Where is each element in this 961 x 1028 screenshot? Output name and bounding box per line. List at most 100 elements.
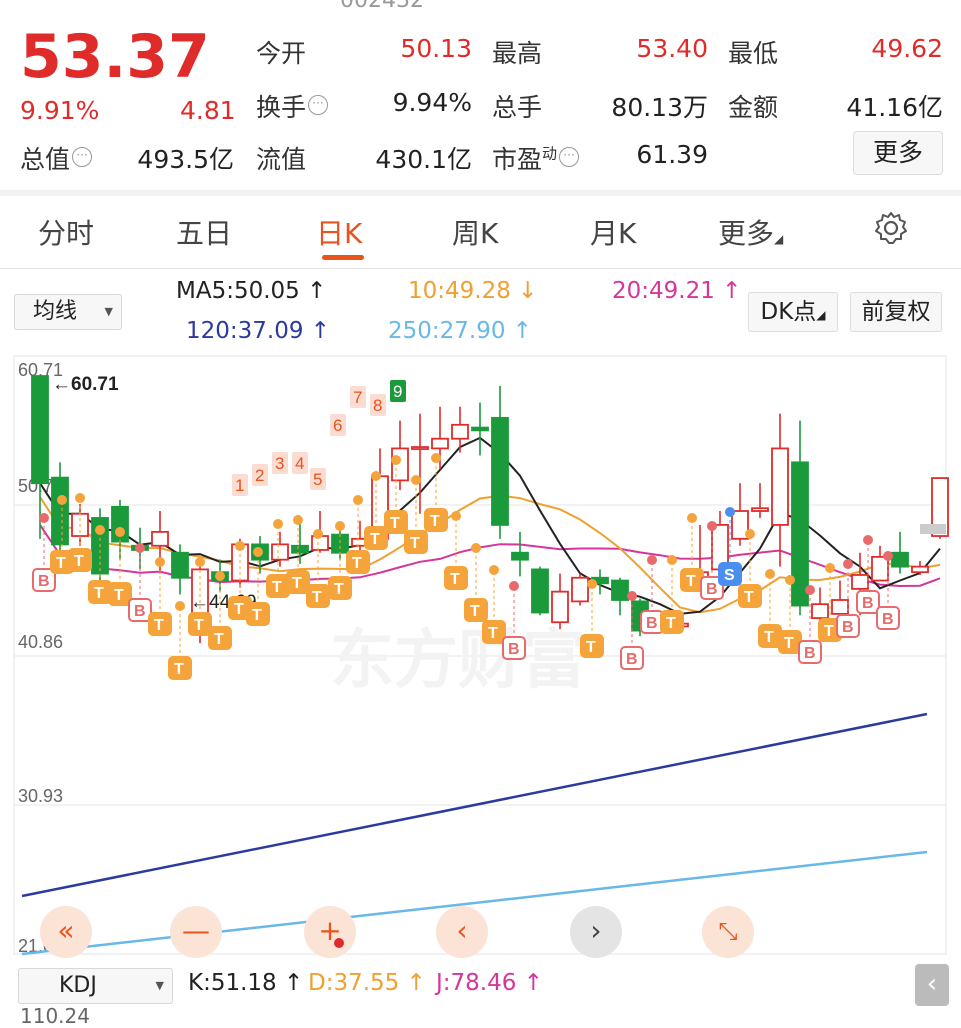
tab-five-day[interactable]: 五日 [176, 212, 232, 252]
change-amount: 4.81 [180, 96, 236, 125]
signal-dot [371, 471, 381, 481]
signal-badge-label: T [194, 617, 204, 634]
signal-dot [57, 495, 67, 505]
current-price: 53.37 [20, 22, 210, 92]
info-icon[interactable]: ··· [72, 146, 93, 167]
kdj-k-value: K:51.18 ↑ [188, 970, 304, 996]
signal-dot [587, 579, 597, 589]
zoom-out-button[interactable]: — [170, 906, 222, 958]
signal-dot [135, 543, 145, 553]
signal-badge-label: B [134, 603, 146, 620]
signal-badge-label: T [390, 515, 400, 532]
signal-badge-label: T [744, 589, 754, 606]
kdj-selector[interactable]: KDJ ▼ [18, 968, 173, 1004]
fullscreen-button[interactable]: ⤡ [702, 906, 754, 958]
signal-badge-label: T [292, 575, 302, 592]
signal-dot [451, 511, 461, 521]
signal-dot [195, 557, 205, 567]
signal-badge-label: T [352, 555, 362, 572]
prev-button[interactable]: ‹ [436, 906, 488, 958]
signal-badge-label: T [334, 581, 344, 598]
rewind-button[interactable]: « [40, 906, 92, 958]
open-label: 今开 [256, 39, 307, 68]
signal-dot [863, 535, 873, 545]
high-label: 最高 [492, 39, 543, 68]
signal-dot [155, 557, 165, 567]
signal-dot [785, 575, 795, 585]
signal-dot [75, 493, 85, 503]
dropdown-arrow-icon: ▼ [155, 979, 164, 992]
info-icon[interactable]: ··· [308, 94, 329, 115]
next-button[interactable]: › [570, 906, 622, 958]
zoom-in-button[interactable]: + [304, 906, 356, 958]
signal-dot [253, 547, 263, 557]
kline-svg[interactable]: 60.7150.7840.8630.9321.00东方财富←60.71←44.6… [0, 352, 961, 960]
signal-badge-label: B [842, 619, 854, 636]
y-tick-label: 40.86 [18, 632, 63, 652]
signal-dot [313, 529, 323, 539]
candle-body [431, 437, 449, 450]
gear-icon[interactable] [873, 210, 909, 246]
volume-label: 总手 [492, 93, 543, 122]
dk-point-label: DK点 [760, 299, 817, 325]
signal-badge-label: T [234, 601, 244, 618]
kline-chart[interactable]: 60.7150.7840.8630.9321.00东方财富←60.71←44.6… [0, 352, 961, 960]
more-quote-button[interactable]: 更多 [853, 131, 943, 175]
ma10-value: 10:49.28 ↓ [408, 278, 538, 304]
triangle-icon: ◢ [774, 232, 784, 246]
turnover-value: 9.94% [392, 88, 472, 117]
pe-label[interactable]: 市盈动 ··· [492, 140, 580, 176]
kdj-axis-top: 110.24 [20, 1004, 90, 1028]
signal-badge-label: T [784, 635, 794, 652]
signal-badge-label: T [312, 589, 322, 606]
count-badge-label: 8 [373, 396, 382, 415]
triangle-icon: ◢ [816, 308, 826, 322]
forward-adjust-button[interactable]: 前复权 [850, 292, 942, 332]
signal-dot [391, 455, 401, 465]
pe-value: 61.39 [636, 140, 708, 169]
tab-daily-k[interactable]: 日K [316, 212, 362, 252]
signal-dot [825, 563, 835, 573]
total-value: 493.5亿 [137, 145, 234, 174]
signal-badge-label: B [626, 651, 638, 668]
count-badge-label: 1 [235, 476, 244, 495]
candle-body [471, 426, 489, 432]
signal-dot [95, 525, 105, 535]
signal-badge-label: T [174, 661, 184, 678]
signal-dot [647, 555, 657, 565]
tab-more[interactable]: 更多◢ [718, 212, 783, 252]
signal-badge-label: B [646, 615, 658, 632]
signal-dot [293, 515, 303, 525]
collapse-button[interactable]: ‹ [915, 964, 949, 1006]
tab-weekly-k[interactable]: 周K [452, 212, 498, 252]
signal-dot [411, 475, 421, 485]
ma20-value: 20:49.21 ↑ [612, 278, 742, 304]
candle-body [791, 461, 809, 607]
price-marker [920, 524, 946, 534]
candle-body [751, 507, 769, 512]
signal-dot [431, 453, 441, 463]
signal-dot [627, 591, 637, 601]
total-value-label[interactable]: 总值 ··· [20, 140, 93, 176]
signal-badge-label: B [804, 645, 816, 662]
low-value: 49.62 [871, 34, 943, 63]
ma-selector[interactable]: 均线 ▼ [14, 294, 122, 330]
info-icon[interactable]: ··· [559, 146, 580, 167]
signal-badge-label: T [252, 607, 262, 624]
turnover-label[interactable]: 换手 ··· [256, 88, 329, 124]
signal-badge-label: B [38, 573, 50, 590]
signal-badge-label: T [488, 625, 498, 642]
ma-selector-label: 均线 [33, 299, 78, 324]
dk-point-button[interactable]: DK点◢ [748, 292, 838, 332]
candle-body [831, 599, 849, 615]
tab-intraday[interactable]: 分时 [38, 212, 94, 252]
count-badge-label: 2 [255, 466, 264, 485]
ma120-value: 120:37.09 ↑ [186, 318, 331, 344]
count-badge-label: 3 [275, 454, 284, 473]
count-badge-label: 5 [313, 470, 322, 489]
candle-body [331, 533, 349, 554]
signal-badge-label: T [586, 639, 596, 656]
tab-monthly-k[interactable]: 月K [590, 212, 636, 252]
amount-value: 41.16亿 [846, 93, 943, 122]
divider [0, 268, 961, 269]
